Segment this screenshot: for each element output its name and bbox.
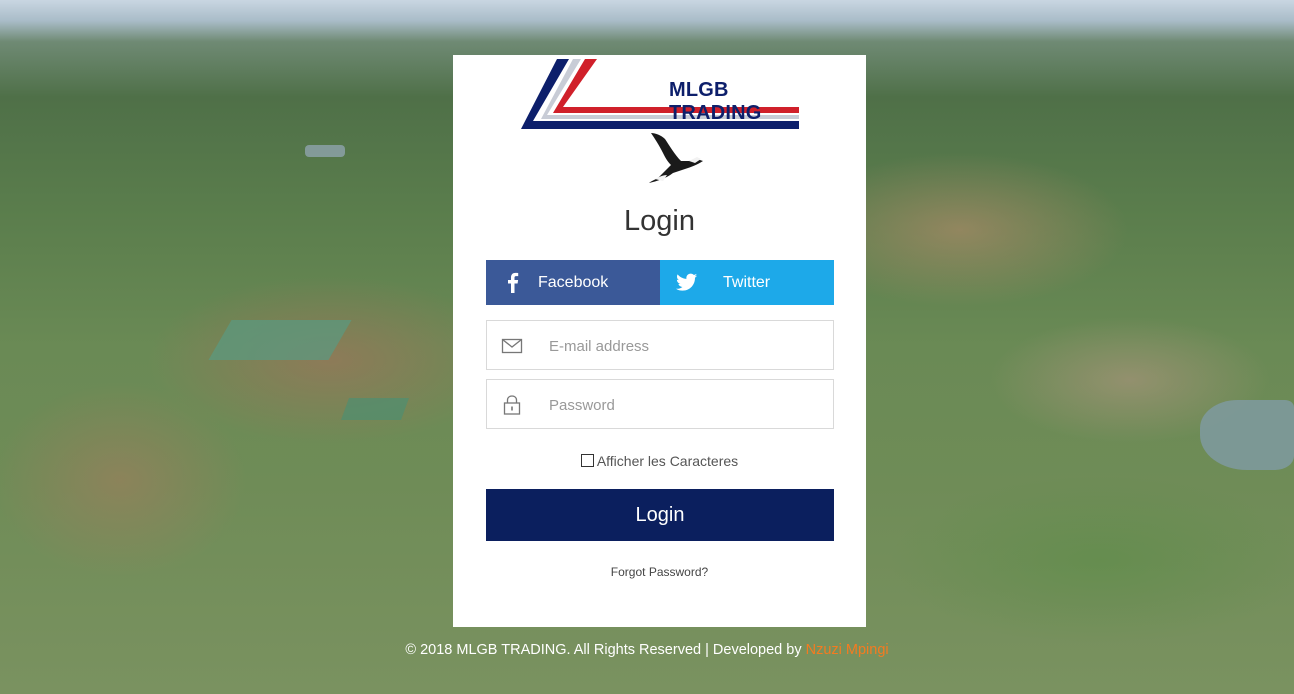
logo-text: MLGB TRADING <box>669 79 762 124</box>
login-card: MLGB TRADING Login Facebook Twitter E-ma… <box>453 55 866 627</box>
forgot-password-link[interactable]: Forgot Password? <box>453 565 866 579</box>
facebook-icon <box>508 272 519 293</box>
login-button[interactable]: Login <box>486 489 834 541</box>
password-field <box>486 379 834 429</box>
twitter-icon <box>676 273 698 291</box>
envelope-icon <box>501 338 523 354</box>
show-characters-label[interactable]: Afficher les Caracteres <box>597 453 738 469</box>
social-login: Facebook Twitter <box>486 260 834 305</box>
password-input[interactable] <box>547 392 821 418</box>
email-input[interactable] <box>547 333 821 359</box>
eagle-icon <box>649 133 703 183</box>
footer-copyright: © 2018 MLGB TRADING. All Rights Reserved… <box>405 642 806 658</box>
background-plant <box>340 398 410 420</box>
developer-link[interactable]: Nzuzi Mpingi <box>806 642 889 658</box>
show-characters-checkbox[interactable] <box>580 454 594 467</box>
brand-logo: MLGB TRADING <box>519 57 801 135</box>
background-lake <box>305 145 345 157</box>
login-title: Login <box>624 205 695 237</box>
footer: © 2018 MLGB TRADING. All Rights Reserved… <box>0 642 1294 658</box>
facebook-login-button[interactable]: Facebook <box>486 260 660 305</box>
facebook-label: Facebook <box>538 273 609 291</box>
background-lake <box>1200 400 1294 470</box>
email-field <box>486 320 834 370</box>
show-characters-row: Afficher les Caracteres <box>453 453 866 469</box>
lock-icon <box>503 395 521 415</box>
twitter-label: Twitter <box>723 273 771 291</box>
background-plant <box>208 320 352 360</box>
twitter-login-button[interactable]: Twitter <box>660 260 834 305</box>
